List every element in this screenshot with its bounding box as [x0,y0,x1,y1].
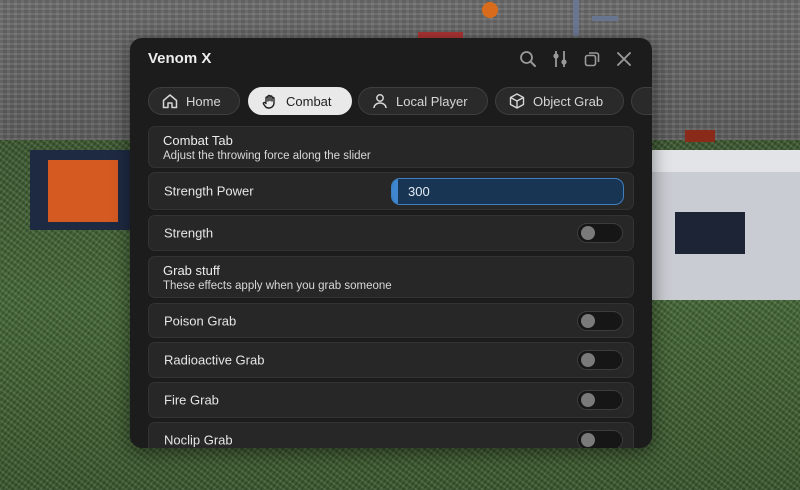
title-bar[interactable]: Venom X [130,38,652,78]
red-object [685,130,715,142]
fire-grab-row: Fire Grab [148,382,634,418]
tab-object-grab[interactable]: Object Grab [495,87,624,115]
search-icon[interactable] [518,49,538,69]
fire-grab-toggle[interactable] [577,390,623,410]
close-icon[interactable] [614,49,634,69]
toggle-label: Radioactive Grab [164,352,265,368]
minimize-icon[interactable] [582,49,602,69]
home-icon [161,92,179,110]
slider-fill [392,179,398,204]
pole-object [573,0,579,36]
strength-label: Strength [164,225,214,241]
section-header-combat: Combat Tab Adjust the throwing force alo… [148,126,634,168]
poison-grab-row: Poison Grab [148,303,634,338]
radioactive-grab-toggle[interactable] [577,350,623,370]
tab-label: Object Grab [533,93,604,109]
radioactive-grab-row: Radioactive Grab [148,342,634,378]
tab-label: Combat [286,93,332,109]
tab-overflow[interactable] [631,87,652,115]
section-header-grab: Grab stuff These effects apply when you … [148,256,634,298]
strength-toggle[interactable] [577,223,623,243]
tab-bar: Home Combat Local Player Object Grab [148,87,652,115]
combat-tab-content: Combat Tab Adjust the throwing force alo… [148,126,634,448]
sliders-icon[interactable] [550,49,570,69]
toggle-label: Fire Grab [164,392,219,408]
strength-power-slider[interactable]: 300 [391,178,624,205]
strength-power-label: Strength Power [164,183,254,199]
tab-combat[interactable]: Combat [248,87,352,115]
tab-home[interactable]: Home [148,87,240,115]
tab-label: Local Player [396,93,468,109]
section-title: Grab stuff [163,263,220,278]
poison-grab-toggle[interactable] [577,310,623,331]
section-description: Adjust the throwing force along the slid… [163,150,371,162]
section-description: These effects apply when you grab someon… [163,280,392,292]
venom-x-window: Venom X Home Combat Local Player Object … [130,38,652,448]
toggle-label: Noclip Grab [164,432,233,448]
bird-object [482,2,498,18]
hand-icon [261,92,279,110]
toggle-label: Poison Grab [164,313,237,328]
strength-row: Strength [148,215,634,251]
section-title: Combat Tab [163,133,233,148]
pole-object [592,16,618,21]
user-icon [371,92,389,110]
slider-value: 300 [408,184,430,199]
white-block [650,150,800,300]
noclip-grab-row: Noclip Grab [148,422,634,448]
strength-power-row: Strength Power 300 [148,172,634,210]
tab-label: Home [186,93,221,109]
cube-icon [508,92,526,110]
noclip-grab-toggle[interactable] [577,430,623,448]
tab-local-player[interactable]: Local Player [358,87,488,115]
orange-block [30,150,140,230]
window-title: Venom X [148,50,212,67]
